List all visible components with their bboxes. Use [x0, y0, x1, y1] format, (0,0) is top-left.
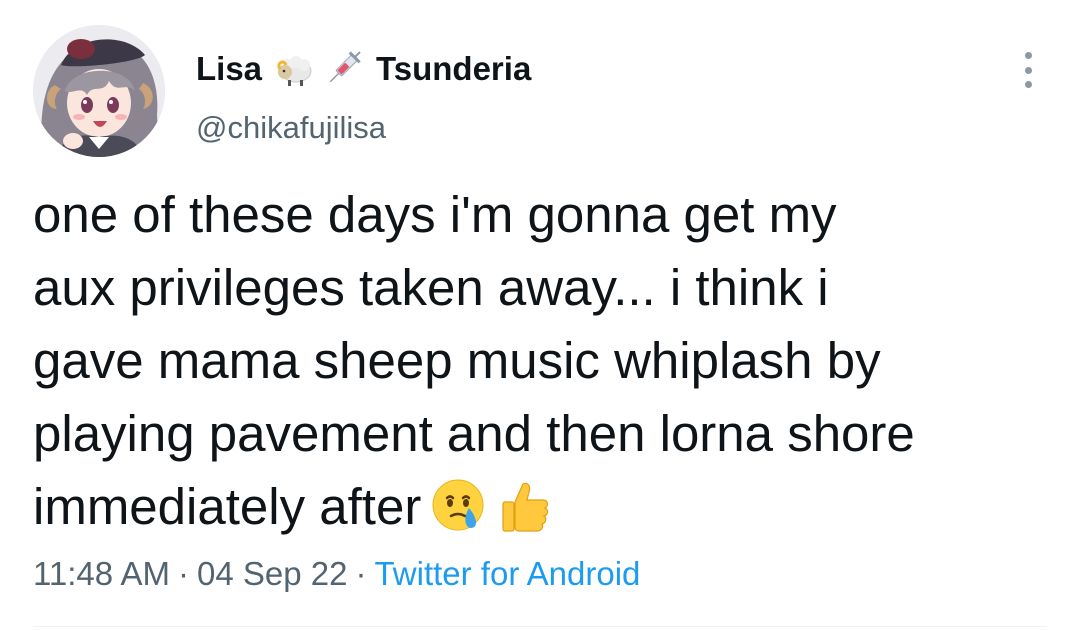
tweet-line-last: immediately after — [33, 470, 1053, 543]
author-handle[interactable]: @chikafujilisa — [196, 110, 386, 146]
thumbs-up-icon — [495, 476, 553, 534]
avatar-image — [33, 25, 165, 157]
divider — [33, 626, 1047, 627]
tweet-source-link[interactable]: Twitter for Android — [374, 555, 640, 592]
tweet: Lisa Tsunderia @chikafujilisa one of the… — [0, 0, 1080, 630]
tweet-date[interactable]: 04 Sep 22 — [197, 555, 347, 592]
tweet-meta: 11:48 AM · 04 Sep 22 · Twitter for Android — [33, 552, 640, 596]
tweet-line: immediately after — [33, 478, 422, 535]
tweet-line: aux privileges taken away... i think i — [33, 259, 829, 316]
syringe-icon — [324, 49, 362, 89]
face-holding-back-tears-icon — [429, 476, 487, 534]
tweet-time[interactable]: 11:48 AM — [33, 555, 170, 592]
tweet-line: gave mama sheep music whiplash by — [33, 332, 881, 389]
tweet-line: playing pavement and then lorna shore — [33, 405, 915, 462]
tweet-text: one of these days i'm gonna get my aux p… — [33, 178, 1053, 543]
meta-separator: · — [177, 555, 189, 592]
author-name-row[interactable]: Lisa Tsunderia — [196, 46, 531, 92]
meta-separator: · — [355, 555, 367, 592]
more-options-icon[interactable] — [1016, 52, 1040, 88]
tweet-line: one of these days i'm gonna get my — [33, 186, 837, 243]
sheep-icon — [274, 49, 314, 89]
display-name[interactable]: Lisa — [196, 50, 262, 88]
display-name-suffix[interactable]: Tsunderia — [376, 50, 531, 88]
avatar[interactable] — [33, 25, 165, 157]
